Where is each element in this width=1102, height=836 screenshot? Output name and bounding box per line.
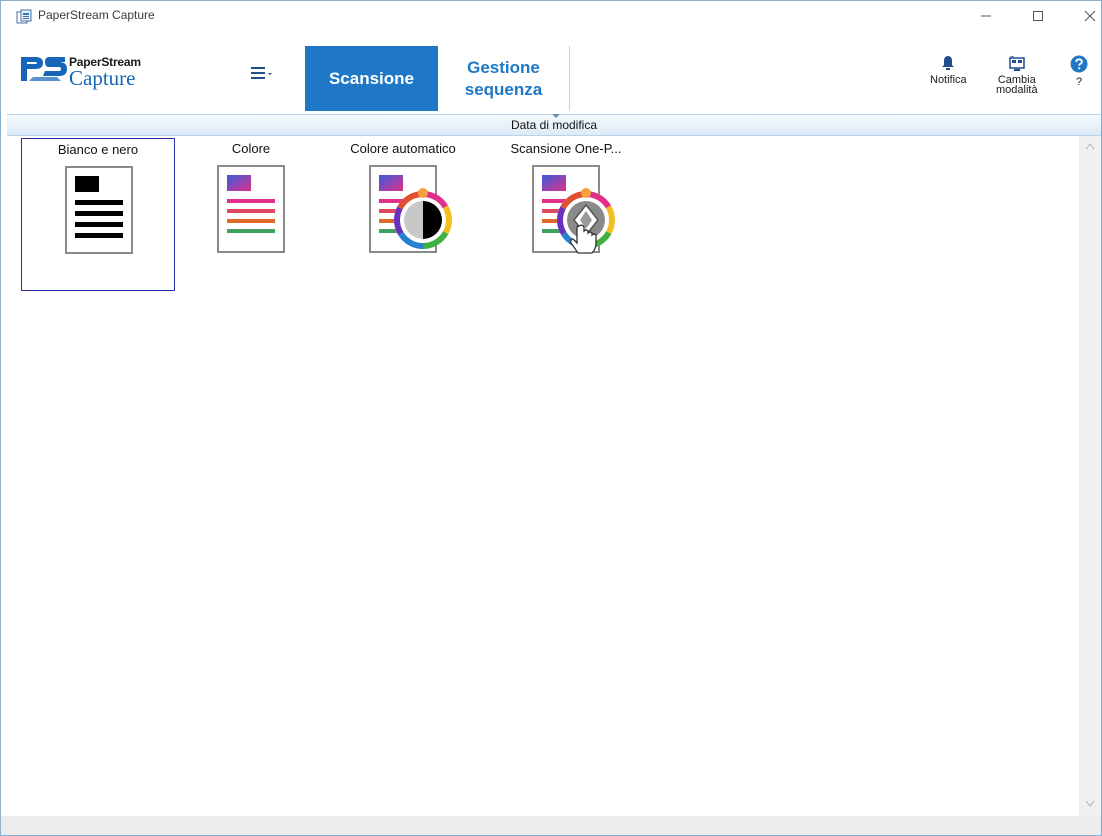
window-title: PaperStream Capture xyxy=(38,8,155,22)
toolbar: PaperStream Capture Scansione Gestione s… xyxy=(1,31,1101,111)
change-mode-icon xyxy=(1008,56,1025,71)
vertical-scrollbar[interactable] xyxy=(1079,136,1101,816)
profile-tile-colore[interactable]: Colore xyxy=(174,138,328,291)
maximize-button[interactable] xyxy=(1015,1,1061,31)
minimize-button[interactable] xyxy=(963,1,1009,31)
sort-label: Data di modifica xyxy=(510,118,598,132)
bw-document-icon xyxy=(65,166,133,254)
scroll-up-arrow-icon[interactable] xyxy=(1085,142,1095,150)
profile-label: Colore automatico xyxy=(350,141,456,156)
scroll-down-arrow-icon[interactable] xyxy=(1085,800,1095,808)
profile-tile-colore-automatico[interactable]: Colore automatico xyxy=(326,138,480,291)
app-window: PaperStream Capture PaperStream Capture xyxy=(0,0,1102,836)
ps-logo-icon xyxy=(21,57,67,81)
color-document-icon xyxy=(217,165,285,253)
tab-scan-label: Scansione xyxy=(328,68,415,88)
app-icon xyxy=(16,9,32,24)
profile-label: Colore xyxy=(231,141,271,156)
notify-button[interactable]: Notifica xyxy=(930,55,967,86)
minimize-icon xyxy=(981,15,991,17)
status-bar xyxy=(1,816,1101,835)
hamburger-menu-icon xyxy=(251,67,272,79)
close-icon xyxy=(1084,10,1096,22)
help-label: ? xyxy=(1075,76,1083,88)
tab-scan[interactable]: Scansione xyxy=(305,46,438,111)
tab-sequence-label-line2: sequenza xyxy=(464,79,543,99)
title-bar: PaperStream Capture xyxy=(1,1,1101,31)
bell-icon xyxy=(942,56,955,70)
help-icon xyxy=(1070,55,1088,73)
change-mode-label-line2: modalità xyxy=(996,84,1038,96)
tab-sequence-management[interactable]: Gestione sequenza xyxy=(438,46,570,111)
maximize-icon xyxy=(1033,11,1043,21)
menu-button[interactable] xyxy=(242,59,282,87)
sort-header[interactable]: Data di modifica xyxy=(7,114,1101,136)
help-button[interactable]: ? xyxy=(1070,55,1088,88)
tab-sequence-label-line1: Gestione xyxy=(467,57,540,77)
one-push-scan-icon xyxy=(532,165,615,254)
notify-label: Notifica xyxy=(930,74,967,86)
profile-tile-bianco-e-nero[interactable]: Bianco e nero xyxy=(21,138,175,291)
profile-tile-scansione-one-push[interactable]: Scansione One-P... xyxy=(489,138,643,291)
change-mode-button[interactable]: Cambia modalità xyxy=(996,55,1038,96)
profile-list: Bianco e nero Colore Colore automatico S… xyxy=(7,136,1079,816)
profile-label: Bianco e nero xyxy=(57,142,139,157)
logo-text-bottom: Capture xyxy=(69,66,136,90)
profile-label: Scansione One-P... xyxy=(510,141,622,156)
app-logo: PaperStream Capture xyxy=(19,53,169,90)
auto-color-document-icon xyxy=(369,165,452,253)
close-button[interactable] xyxy=(1067,1,1101,31)
